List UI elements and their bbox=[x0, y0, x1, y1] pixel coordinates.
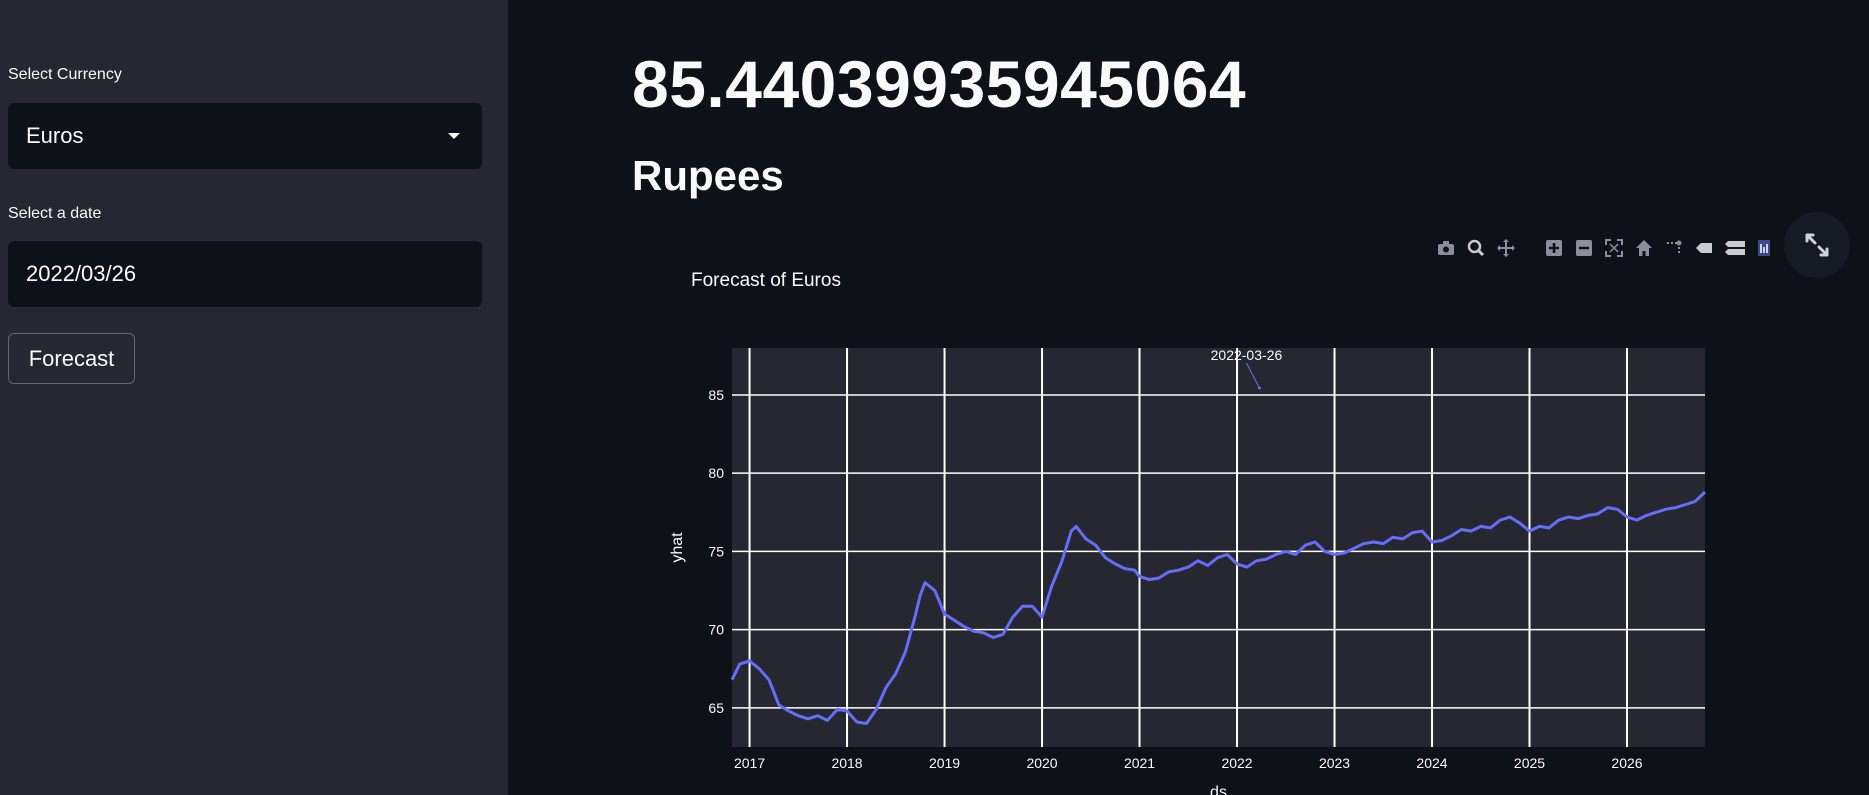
x-tick-label: 2018 bbox=[831, 755, 862, 771]
x-tick-label: 2017 bbox=[734, 755, 765, 771]
y-tick-label: 70 bbox=[708, 622, 724, 638]
annotation-point bbox=[1257, 386, 1261, 390]
y-tick-label: 75 bbox=[708, 543, 724, 559]
x-tick-label: 2022 bbox=[1221, 755, 1252, 771]
fullscreen-button[interactable] bbox=[1784, 212, 1850, 278]
y-axis-label: yhat bbox=[669, 532, 686, 563]
y-tick-label: 80 bbox=[708, 465, 724, 481]
chevron-down-icon bbox=[448, 133, 460, 139]
y-axis-ticks: 65 70 75 80 85 bbox=[708, 387, 724, 716]
forecast-chart[interactable]: Forecast of Euros 2017 2018 2019 2020 2021 20… bbox=[620, 255, 1740, 795]
forecast-value: 85.44039935945064 bbox=[632, 47, 1247, 121]
x-axis-ticks: 2017 2018 2019 2020 2021 2022 2023 2024 2025 2026 bbox=[734, 755, 1643, 771]
chart-title: Forecast of Euros bbox=[691, 270, 841, 291]
x-tick-label: 2025 bbox=[1514, 755, 1545, 771]
forecast-button[interactable]: Forecast bbox=[8, 333, 135, 384]
x-tick-label: 2024 bbox=[1416, 755, 1447, 771]
expand-icon bbox=[1805, 233, 1829, 257]
date-input-value: 2022/03/26 bbox=[26, 261, 137, 286]
currency-unit-heading: Rupees bbox=[632, 152, 784, 199]
currency-select-label: Select Currency bbox=[8, 66, 122, 83]
date-input[interactable]: 2022/03/26 bbox=[8, 241, 482, 307]
currency-select-value: Euros bbox=[26, 123, 84, 148]
sidebar: Select Currency Euros Select a date 2022… bbox=[0, 0, 508, 795]
plot-area[interactable] bbox=[732, 348, 1705, 747]
x-tick-label: 2021 bbox=[1124, 755, 1155, 771]
y-tick-label: 65 bbox=[708, 700, 724, 716]
y-tick-label: 85 bbox=[708, 387, 724, 403]
plotly-logo-icon[interactable] bbox=[1754, 238, 1774, 258]
x-axis-label: ds bbox=[1210, 784, 1227, 795]
date-input-label: Select a date bbox=[8, 205, 102, 222]
x-tick-label: 2026 bbox=[1611, 755, 1642, 771]
annotation-label: 2022-03-26 bbox=[1211, 347, 1283, 363]
x-tick-label: 2023 bbox=[1319, 755, 1350, 771]
currency-select[interactable]: Euros bbox=[8, 103, 482, 169]
x-tick-label: 2020 bbox=[1026, 755, 1057, 771]
x-tick-label: 2019 bbox=[929, 755, 960, 771]
